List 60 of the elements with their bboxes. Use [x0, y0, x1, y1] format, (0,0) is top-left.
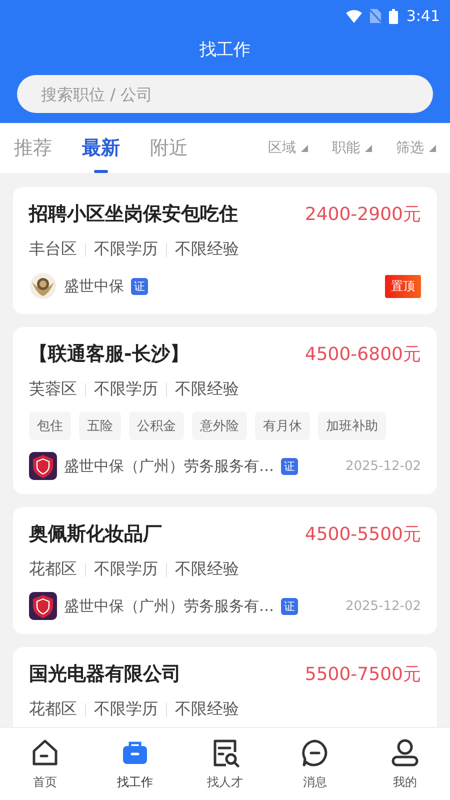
person-icon [390, 738, 420, 768]
status-time: 3:41 [406, 7, 440, 25]
job-card[interactable]: 奥佩斯化妆品厂 4500-5500元 花都区 不限学历 不限经验 盛世中保（广州）劳务服务有… 证 2025-12-02 [13, 507, 437, 634]
salary: 4500-6800元 [304, 343, 421, 366]
job-title: 【联通客服-长沙】 [29, 342, 189, 367]
company-logo [29, 272, 57, 300]
benefit-tag: 加班补助 [318, 412, 386, 440]
home-icon [30, 738, 60, 768]
job-requirement: 不限学历 [94, 559, 158, 580]
job-requirement: 不限经验 [175, 379, 239, 400]
page-title: 找工作 [200, 39, 250, 62]
nav-item[interactable]: 我的 [370, 738, 440, 790]
benefit-tag: 公积金 [129, 412, 184, 440]
benefit-tag: 五险 [79, 412, 121, 440]
verified-badge: 证 [281, 458, 298, 474]
caret-icon [365, 144, 372, 152]
caret-icon [429, 144, 436, 152]
job-requirement: 不限经验 [175, 239, 239, 260]
post-date: 2025-12-02 [345, 598, 421, 614]
job-requirement: 丰台区 [29, 239, 77, 260]
job-requirement: 不限学历 [94, 699, 158, 720]
salary: 4500-5500元 [304, 523, 421, 546]
nav-item[interactable]: 找工作 [100, 738, 170, 790]
company-name: 盛世中保（广州）劳务服务有… [64, 456, 274, 476]
job-requirement: 花都区 [29, 699, 77, 720]
job-title: 国光电器有限公司 [29, 662, 181, 687]
job-requirement: 芙蓉区 [29, 379, 77, 400]
job-card[interactable]: 招聘小区坐岗保安包吃住 2400-2900元 丰台区 不限学历 不限经验 盛世中保 证 置顶 [13, 187, 437, 314]
search-field[interactable]: 搜索职位 / 公司 [17, 75, 433, 113]
benefit-tag: 包住 [29, 412, 71, 440]
benefit-tag: 有月休 [255, 412, 310, 440]
pinned-badge: 置顶 [385, 274, 421, 298]
job-requirement: 花都区 [29, 559, 77, 580]
job-requirement: 不限学历 [94, 379, 158, 400]
benefit-tag: 意外险 [192, 412, 247, 440]
job-title: 奥佩斯化妆品厂 [29, 522, 162, 547]
company-name: 盛世中保（广州）劳务服务有… [64, 596, 274, 616]
battery-icon [389, 8, 398, 24]
job-card[interactable]: 【联通客服-长沙】 4500-6800元 芙蓉区 不限学历 不限经验 包住 五险 公积金 意外险 有月休 加班补助 盛世中保（广州）劳务服务有… 证 2025-12-02 [13, 327, 437, 494]
caret-icon [301, 144, 308, 152]
job-requirement: 不限学历 [94, 239, 158, 260]
company-name: 盛世中保 [64, 276, 124, 296]
wifi-icon [346, 10, 362, 22]
verified-badge: 证 [131, 278, 148, 294]
job-requirement: 不限经验 [175, 559, 239, 580]
job-title: 招聘小区坐岗保安包吃住 [29, 202, 238, 227]
chat-icon [300, 738, 330, 768]
company-logo [29, 592, 57, 620]
salary: 5500-7500元 [304, 663, 421, 686]
job-card[interactable]: 国光电器有限公司 5500-7500元 花都区 不限学历 不限经验 [13, 647, 437, 727]
job-requirement: 不限经验 [175, 699, 239, 720]
company-logo [29, 452, 57, 480]
nav-item[interactable]: 首页 [10, 738, 80, 790]
no-sim-icon [370, 9, 382, 23]
nav-item[interactable]: 消息 [280, 738, 350, 790]
verified-badge: 证 [281, 598, 298, 614]
tab[interactable]: 最新 [82, 125, 120, 171]
nav-item[interactable]: 找人才 [190, 738, 260, 790]
salary: 2400-2900元 [304, 203, 421, 226]
post-date: 2025-12-02 [345, 458, 421, 474]
